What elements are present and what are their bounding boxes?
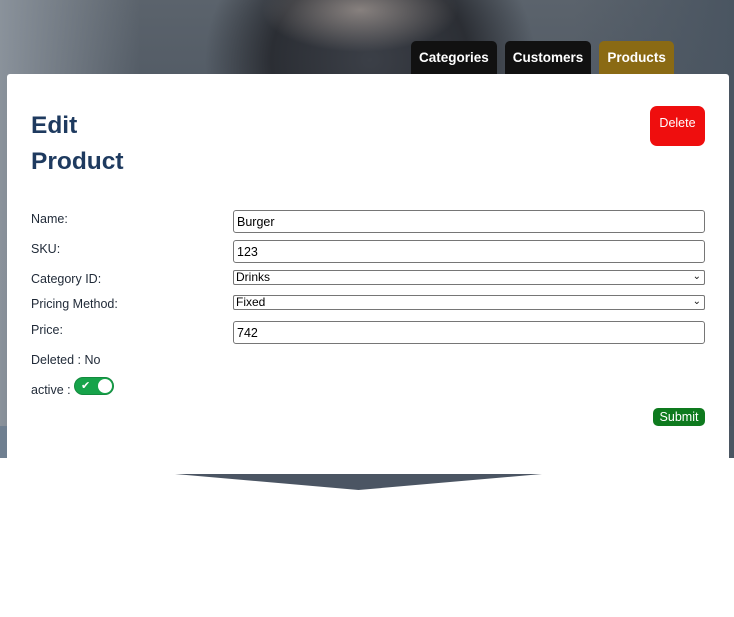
price-input[interactable] (233, 321, 705, 344)
active-toggle[interactable]: ✔ (74, 377, 114, 395)
page-title-line2: Product (31, 148, 124, 175)
pricing-select-wrapper: Fixed ⌄ (233, 295, 705, 310)
pricing-method-label: Pricing Method: (31, 297, 118, 311)
delete-button[interactable]: Delete (650, 106, 705, 146)
nav-tab-categories[interactable]: Categories (411, 41, 497, 74)
edit-product-card: Edit Product Delete Name: SKU: Category … (7, 74, 729, 473)
decorative-chevron (175, 474, 542, 490)
pricing-method-select[interactable]: Fixed (233, 295, 705, 310)
toggle-knob (98, 379, 112, 393)
sku-label: SKU: (31, 242, 61, 256)
check-icon: ✔ (81, 380, 91, 392)
nav-tab-customers[interactable]: Customers (504, 41, 592, 74)
category-select[interactable]: Drinks (233, 270, 705, 285)
category-label: Category ID: (31, 272, 102, 286)
page-title: Edit Product (31, 108, 124, 180)
page-title-line1: Edit (31, 112, 78, 139)
active-label: active : (31, 383, 71, 397)
top-nav: Categories Customers Products (411, 41, 674, 74)
price-label: Price: (31, 323, 63, 337)
submit-button[interactable]: Submit (653, 408, 705, 426)
sku-input[interactable] (233, 240, 705, 263)
category-select-wrapper: Drinks ⌄ (233, 270, 705, 285)
name-input[interactable] (233, 210, 705, 233)
nav-tab-products[interactable]: Products (599, 41, 674, 74)
deleted-status: Deleted : No (31, 353, 101, 367)
name-label: Name: (31, 212, 68, 226)
